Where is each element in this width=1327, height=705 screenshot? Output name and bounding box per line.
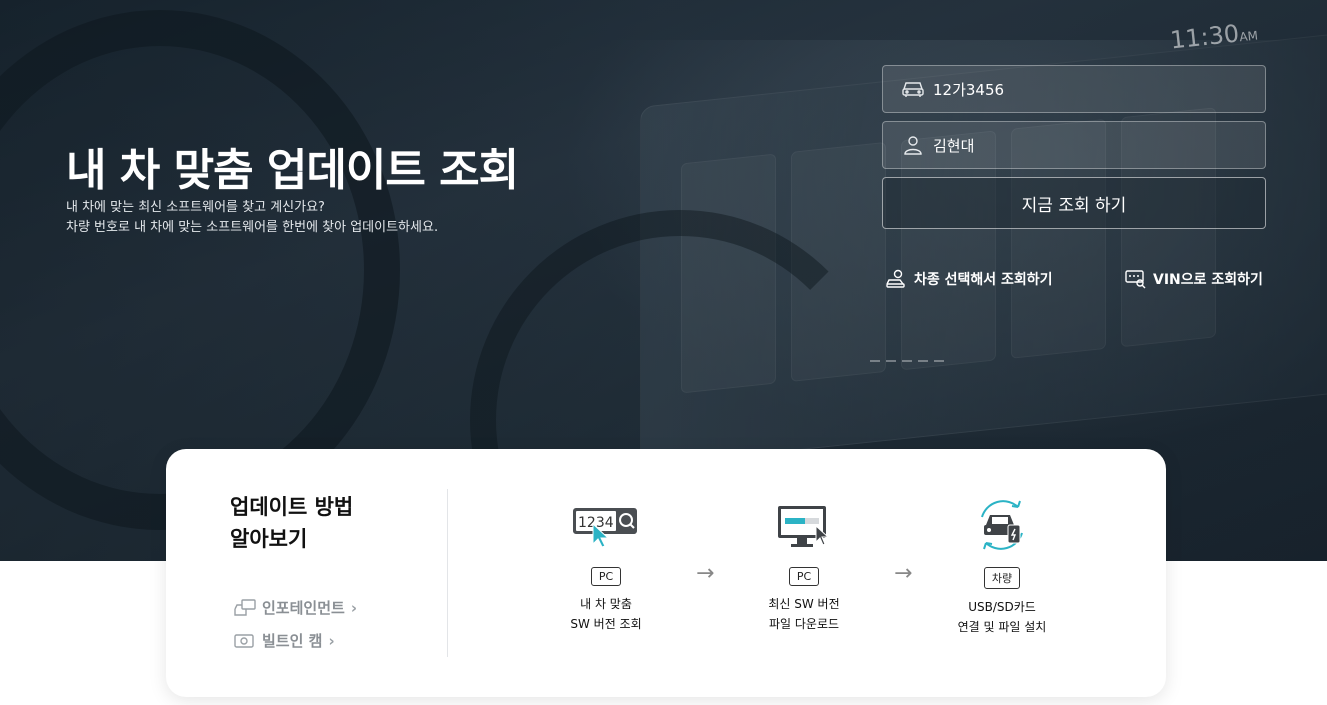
model-search-link[interactable]: 차종 선택해서 조회하기 xyxy=(886,268,1053,290)
plate-number-input[interactable] xyxy=(933,80,1265,98)
chevron-right-icon: › xyxy=(328,631,335,650)
person-icon xyxy=(901,133,925,157)
step-sw-download: PC 최신 SW 버전 파일 다운로드 xyxy=(704,493,904,634)
search-now-button[interactable]: 지금 조회 하기 xyxy=(882,177,1266,229)
step-usb-install: 차량 USB/SD카드 연결 및 파일 설치 xyxy=(902,493,1102,637)
plate-number-field[interactable] xyxy=(882,65,1266,113)
car-install-icon xyxy=(902,493,1102,557)
page-description: 내 차에 맞는 최신 소프트웨어를 찾고 계신가요? 차량 번호로 내 차에 맞… xyxy=(66,200,439,235)
chevron-right-icon: › xyxy=(350,598,357,617)
step-label: 최신 SW 버전 파일 다운로드 xyxy=(768,597,840,631)
car-icon xyxy=(901,77,925,101)
update-guide-card: 업데이트 방법 알아보기 인포테인먼트 › 빌트인 캠 › 1234 PC 내 … xyxy=(166,449,1166,697)
builtin-cam-link[interactable]: 빌트인 캠 › xyxy=(234,630,335,651)
infotainment-link[interactable]: 인포테인먼트 › xyxy=(234,597,357,618)
vin-search-link[interactable]: VIN으로 조회하기 xyxy=(1125,268,1263,290)
car-person-icon xyxy=(886,268,908,290)
dashcam-icon xyxy=(234,631,256,651)
infotainment-icon xyxy=(234,598,256,618)
step-badge: PC xyxy=(590,567,622,586)
owner-name-field[interactable] xyxy=(882,121,1266,169)
card-divider xyxy=(447,489,448,657)
step-label: 내 차 맞춤 SW 버전 조회 xyxy=(570,597,642,631)
step-sw-version-lookup: 1234 PC 내 차 맞춤 SW 버전 조회 xyxy=(506,493,706,634)
step-label: USB/SD카드 연결 및 파일 설치 xyxy=(957,600,1047,634)
page-title: 내 차 맞춤 업데이트 조회 xyxy=(66,145,519,196)
step-badge: PC xyxy=(788,567,820,586)
plate-search-icon: 1234 xyxy=(506,493,706,557)
carousel-dots xyxy=(870,360,944,362)
vin-search-icon xyxy=(1125,268,1147,290)
step-badge: 차량 xyxy=(983,567,1021,589)
update-guide-title: 업데이트 방법 알아보기 xyxy=(230,495,354,551)
monitor-download-icon xyxy=(704,493,904,557)
owner-name-input[interactable] xyxy=(933,136,1265,154)
